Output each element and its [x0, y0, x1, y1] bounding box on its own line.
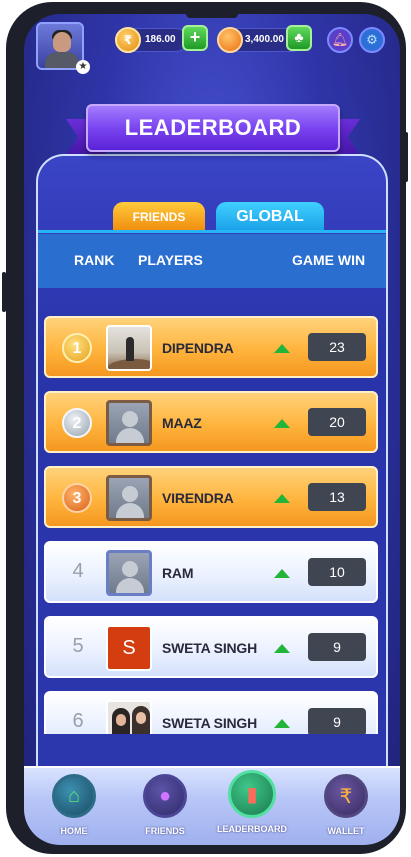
avatar-placeholder-head	[122, 411, 138, 427]
wallet-icon: ₹	[324, 774, 368, 818]
column-rank: RANK	[74, 252, 115, 268]
column-header: RANK PLAYERS GAME WIN	[38, 234, 386, 288]
table-row[interactable]: 3 VIRENDRA 13	[44, 466, 378, 528]
table-row[interactable]: 1 DIPENDRA 23	[44, 316, 378, 378]
rank-medal-silver: 2	[62, 408, 92, 438]
game-win-count: 9	[308, 633, 366, 661]
rank-up-arrow-icon	[274, 719, 290, 728]
app-screen: ★ ₹ 186.00 + 3,400.00 ♣ 🔔︎ ⚙ LEADERBOARD…	[24, 14, 400, 845]
rank-number: 5	[72, 635, 84, 657]
settings-icon[interactable]: ⚙	[359, 27, 385, 53]
power-button	[2, 272, 6, 312]
game-win-count: 10	[308, 558, 366, 586]
home-icon: ⌂	[52, 774, 96, 818]
game-win-count: 9	[308, 708, 366, 734]
friends-icon: ●	[143, 774, 187, 818]
avatar-photo-face	[116, 714, 126, 726]
avatar-face	[53, 32, 71, 52]
avatar-body	[45, 52, 79, 68]
bottom-nav: ⌂ HOME ● FRIENDS ▮ LEADERBOARD ₹ WALLET	[24, 766, 400, 845]
nav-leaderboard[interactable]: ▮ LEADERBOARD	[214, 770, 290, 840]
player-name: SWETA SINGH	[162, 640, 258, 656]
player-name: SWETA SINGH	[162, 715, 258, 731]
avatar-photo-figure	[126, 337, 134, 361]
leaderboard-list[interactable]: 1 DIPENDRA 23 2 MAAZ 20 3 VIRENDRA 13 4 …	[38, 296, 386, 734]
player-name: DIPENDRA	[162, 340, 234, 356]
player-avatar	[106, 700, 152, 734]
add-coins-button[interactable]: +	[182, 25, 208, 51]
game-win-count: 13	[308, 483, 366, 511]
volume-button	[404, 132, 408, 182]
rank-up-arrow-icon	[274, 344, 290, 353]
player-name: RAM	[162, 565, 194, 581]
avatar-photo-face	[136, 712, 146, 724]
rank-number: 4	[72, 560, 84, 582]
coin-balance-value: 186.00	[145, 34, 176, 45]
table-row[interactable]: 2 MAAZ 20	[44, 391, 378, 453]
nav-home-label: HOME	[60, 826, 88, 836]
player-avatar	[106, 475, 152, 521]
page-title: LEADERBOARD	[86, 104, 340, 152]
rank-up-arrow-icon	[274, 494, 290, 503]
nav-home[interactable]: ⌂ HOME	[36, 774, 112, 844]
table-row[interactable]: 5 S SWETA SINGH 9	[44, 616, 378, 678]
rank-up-arrow-icon	[274, 569, 290, 578]
player-avatar	[106, 325, 152, 371]
column-game-win: GAME WIN	[292, 252, 366, 268]
add-gems-button[interactable]: ♣	[286, 25, 312, 51]
player-avatar	[106, 550, 152, 596]
rank-up-arrow-icon	[274, 644, 290, 653]
nav-wallet-label: WALLET	[327, 826, 365, 836]
avatar-placeholder-head	[122, 486, 138, 502]
table-row[interactable]: 6 SWETA SINGH 9	[44, 691, 378, 734]
tab-underline	[38, 230, 386, 233]
column-players: PLAYERS	[138, 252, 203, 268]
tab-friends[interactable]: FRIENDS	[113, 202, 205, 232]
player-avatar	[106, 400, 152, 446]
table-row[interactable]: 4 RAM 10	[44, 541, 378, 603]
game-win-count: 20	[308, 408, 366, 436]
avatar-placeholder-head	[122, 561, 138, 577]
gem-coin-icon	[217, 27, 243, 53]
phone-frame: ★ ₹ 186.00 + 3,400.00 ♣ 🔔︎ ⚙ LEADERBOARD…	[2, 2, 408, 854]
player-name: MAAZ	[162, 415, 202, 431]
coin-balance: ₹ 186.00	[115, 27, 188, 53]
rank-up-arrow-icon	[274, 419, 290, 428]
rank-medal-gold: 1	[62, 333, 92, 363]
avatar-placeholder-body	[116, 428, 144, 443]
player-name: VIRENDRA	[162, 490, 234, 506]
bell-icon[interactable]: 🔔︎	[327, 27, 353, 53]
rank-number: 6	[72, 710, 84, 732]
gem-balance-value: 3,400.00	[245, 34, 284, 45]
podium-icon: ▮	[228, 770, 276, 818]
nav-friends[interactable]: ● FRIENDS	[127, 774, 203, 844]
nav-friends-label: FRIENDS	[145, 826, 185, 836]
rupee-coin-icon: ₹	[115, 27, 141, 53]
speaker-notch	[186, 14, 238, 18]
avatar-placeholder-body	[116, 578, 144, 593]
nav-wallet[interactable]: ₹ WALLET	[308, 774, 384, 844]
avatar-placeholder-body	[116, 503, 144, 518]
star-icon: ★	[76, 60, 90, 74]
player-avatar: S	[106, 625, 152, 671]
rank-medal-bronze: 3	[62, 483, 92, 513]
tab-global[interactable]: GLOBAL	[216, 202, 324, 232]
nav-leaderboard-label: LEADERBOARD	[216, 824, 287, 834]
game-win-count: 23	[308, 333, 366, 361]
